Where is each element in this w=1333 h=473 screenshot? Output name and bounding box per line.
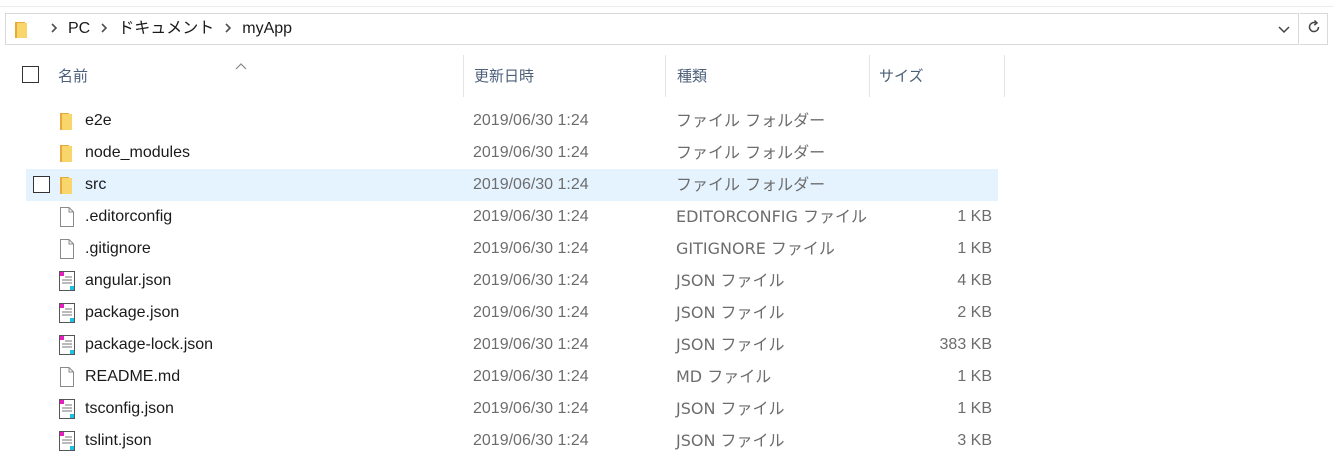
file-modified-date: 2019/06/30 1:24 (473, 112, 589, 129)
file-modified-date: 2019/06/30 1:24 (473, 400, 589, 417)
file-modified-date: 2019/06/30 1:24 (473, 240, 589, 257)
file-name[interactable]: README.md (85, 361, 180, 393)
blank-file-icon (57, 207, 77, 227)
file-type: ファイル フォルダー (676, 143, 826, 162)
json-file-icon (57, 431, 77, 451)
column-header-type[interactable]: 種類 (677, 55, 867, 97)
file-type: JSON ファイル (676, 303, 785, 322)
file-row[interactable]: .gitignore 2019/06/30 1:24 GITIGNORE ファイル 1… (0, 233, 1000, 265)
column-divider[interactable] (665, 55, 666, 97)
file-modified-date: 2019/06/30 1:24 (473, 336, 589, 353)
file-row[interactable]: tslint.json 2019/06/30 1:24 JSON ファイル 3 KB (0, 425, 1000, 457)
file-explorer-window: PC ドキュメント myApp 名前 更新日時 種類 サイズ e2e 2019/… (0, 0, 1333, 473)
column-header-name[interactable]: 名前 (58, 55, 463, 97)
file-name[interactable]: package-lock.json (85, 329, 213, 361)
select-all-checkbox[interactable] (22, 66, 39, 83)
file-type: EDITORCONFIG ファイル (676, 207, 867, 226)
folder-icon (57, 143, 77, 163)
file-modified-date: 2019/06/30 1:24 (473, 368, 589, 385)
file-name[interactable]: angular.json (85, 265, 171, 297)
folder-icon (57, 175, 77, 195)
refresh-button[interactable] (1300, 13, 1328, 45)
column-divider[interactable] (1004, 55, 1005, 97)
file-name[interactable]: tsconfig.json (85, 393, 174, 425)
file-type: JSON ファイル (676, 431, 785, 450)
file-row[interactable]: README.md 2019/06/30 1:24 MD ファイル 1 KB (0, 361, 1000, 393)
column-divider[interactable] (869, 55, 870, 97)
json-file-icon (57, 271, 77, 291)
column-header-size[interactable]: サイズ (879, 55, 1003, 97)
file-name[interactable]: e2e (85, 105, 112, 137)
breadcrumb-item-pc[interactable]: PC (68, 14, 90, 44)
file-modified-date: 2019/06/30 1:24 (473, 208, 589, 225)
file-name[interactable]: node_modules (85, 137, 190, 169)
file-type: ファイル フォルダー (676, 111, 826, 130)
file-modified-date: 2019/06/30 1:24 (473, 144, 589, 161)
file-type: JSON ファイル (676, 335, 785, 354)
file-list: e2e 2019/06/30 1:24 ファイル フォルダー node_modules… (0, 105, 1010, 457)
blank-file-icon (57, 367, 77, 387)
breadcrumb-chevron-icon[interactable] (224, 14, 232, 44)
file-name[interactable]: .gitignore (85, 233, 151, 265)
file-row[interactable]: src 2019/06/30 1:24 ファイル フォルダー (0, 169, 1000, 201)
file-size: 1 KB (957, 368, 992, 385)
blank-file-icon (57, 239, 77, 259)
breadcrumb-chevron-icon[interactable] (50, 14, 58, 44)
file-size: 2 KB (957, 304, 992, 321)
column-header-row: 名前 更新日時 種類 サイズ (0, 55, 1010, 97)
refresh-icon (1306, 19, 1322, 39)
folder-icon (14, 21, 28, 38)
column-header-modified[interactable]: 更新日時 (474, 55, 664, 97)
file-size: 383 KB (939, 336, 992, 353)
breadcrumb-item-myapp[interactable]: myApp (242, 14, 292, 44)
file-type: ファイル フォルダー (676, 175, 826, 194)
file-row[interactable]: package.json 2019/06/30 1:24 JSON ファイル 2 KB (0, 297, 1000, 329)
file-type: GITIGNORE ファイル (676, 239, 835, 258)
file-name[interactable]: tslint.json (85, 425, 152, 457)
json-file-icon (57, 335, 77, 355)
file-name[interactable]: src (85, 169, 106, 201)
file-type: JSON ファイル (676, 399, 785, 418)
file-name[interactable]: .editorconfig (85, 201, 172, 233)
row-checkbox[interactable] (33, 176, 50, 193)
file-row[interactable]: e2e 2019/06/30 1:24 ファイル フォルダー (0, 105, 1000, 137)
file-row[interactable]: node_modules 2019/06/30 1:24 ファイル フォルダー (0, 137, 1000, 169)
file-type: JSON ファイル (676, 271, 785, 290)
file-row[interactable]: package-lock.json 2019/06/30 1:24 JSON ファイ… (0, 329, 1000, 361)
folder-icon (57, 111, 77, 131)
file-size: 1 KB (957, 240, 992, 257)
file-row[interactable]: angular.json 2019/06/30 1:24 JSON ファイル 4 KB (0, 265, 1000, 297)
file-modified-date: 2019/06/30 1:24 (473, 432, 589, 449)
chevron-down-icon[interactable] (1276, 21, 1292, 37)
file-type: MD ファイル (676, 367, 772, 386)
file-row[interactable]: tsconfig.json 2019/06/30 1:24 JSON ファイル 1 K… (0, 393, 1000, 425)
file-modified-date: 2019/06/30 1:24 (473, 272, 589, 289)
file-modified-date: 2019/06/30 1:24 (473, 176, 589, 193)
file-size: 4 KB (957, 272, 992, 289)
column-divider[interactable] (463, 55, 464, 97)
json-file-icon (57, 399, 77, 419)
breadcrumb-chevron-icon[interactable] (100, 14, 108, 44)
address-bar[interactable]: PC ドキュメント myApp (5, 13, 1299, 45)
file-size: 1 KB (957, 208, 992, 225)
file-row[interactable]: .editorconfig 2019/06/30 1:24 EDITORCONFIG… (0, 201, 1000, 233)
file-name[interactable]: package.json (85, 297, 179, 329)
file-size: 1 KB (957, 400, 992, 417)
breadcrumb-item-documents[interactable]: ドキュメント (118, 14, 214, 44)
file-modified-date: 2019/06/30 1:24 (473, 304, 589, 321)
ribbon-bottom-edge (0, 0, 1333, 7)
file-size: 3 KB (957, 432, 992, 449)
json-file-icon (57, 303, 77, 323)
